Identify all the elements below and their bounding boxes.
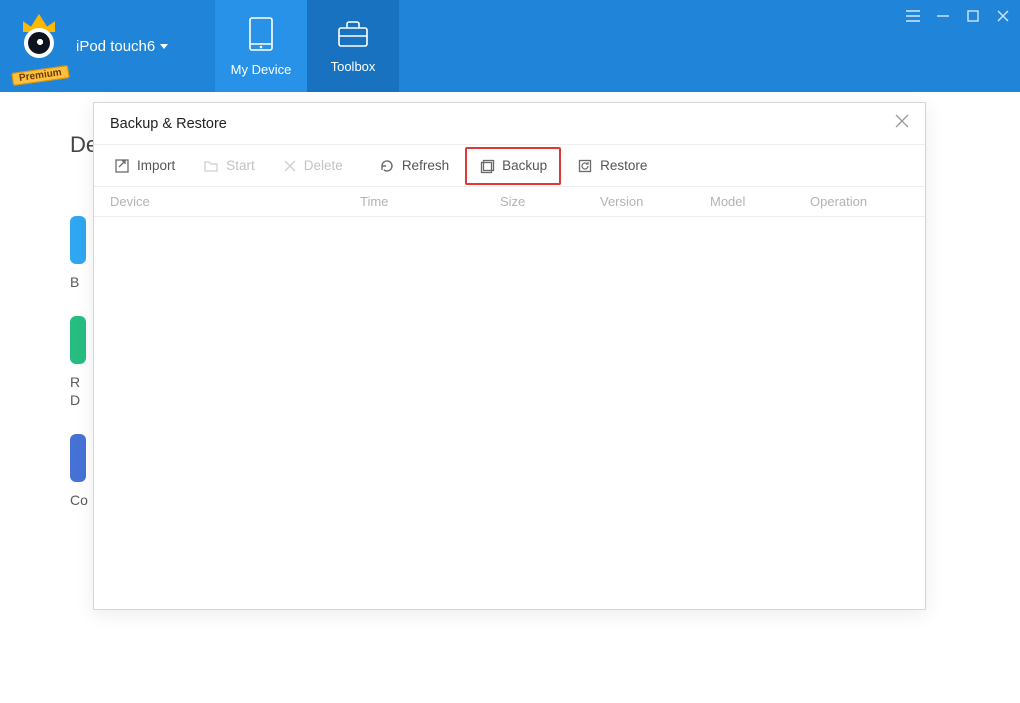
refresh-button[interactable]: Refresh: [367, 151, 461, 181]
window-controls: [902, 6, 1014, 26]
modal-toolbar: Import Start Delete Refresh: [94, 145, 925, 187]
device-selector-label: iPod touch6: [76, 38, 155, 55]
modal-close-button[interactable]: [895, 114, 909, 133]
nav-tabs: My Device Toolbox: [215, 0, 399, 92]
app-header: Premium iPod touch6 My Device Toolbox: [0, 0, 1020, 92]
modal-title: Backup & Restore: [110, 116, 227, 132]
start-button[interactable]: Start: [191, 151, 267, 181]
tab-label: Toolbox: [331, 59, 376, 74]
maximize-icon: [967, 10, 979, 22]
modal-titlebar: Backup & Restore: [94, 103, 925, 145]
button-label: Import: [137, 158, 175, 173]
bg-tile: [70, 434, 86, 482]
col-model: Model: [710, 194, 810, 209]
delete-button[interactable]: Delete: [271, 151, 355, 180]
col-version: Version: [600, 194, 710, 209]
menu-button[interactable]: [902, 6, 924, 26]
button-label: Restore: [600, 158, 647, 173]
restore-icon: [577, 158, 593, 174]
col-size: Size: [500, 194, 600, 209]
close-icon: [997, 10, 1009, 22]
tab-my-device[interactable]: My Device: [215, 0, 307, 92]
backup-button[interactable]: Backup: [465, 147, 561, 185]
col-operation: Operation: [810, 194, 925, 209]
hamburger-icon: [906, 10, 920, 22]
tab-label: My Device: [231, 62, 292, 77]
minimize-button[interactable]: [932, 6, 954, 26]
brand-block: Premium iPod touch6: [0, 0, 215, 92]
table-body-empty: [94, 217, 925, 609]
import-button[interactable]: Import: [102, 151, 187, 181]
backup-restore-modal: Backup & Restore Import Start Delete: [93, 102, 926, 610]
chevron-down-icon: [160, 44, 168, 49]
refresh-icon: [379, 158, 395, 174]
close-button[interactable]: [992, 6, 1014, 26]
button-label: Refresh: [402, 158, 449, 173]
close-icon: [895, 114, 909, 128]
tab-toolbox[interactable]: Toolbox: [307, 0, 399, 92]
minimize-icon: [937, 10, 949, 22]
tablet-icon: [246, 16, 276, 52]
table-header-row: Device Time Size Version Model Operation: [94, 187, 925, 217]
device-selector[interactable]: iPod touch6: [76, 38, 168, 55]
bg-tile: [70, 216, 86, 264]
backup-icon: [479, 158, 495, 174]
button-label: Start: [226, 158, 255, 173]
premium-badge: Premium: [11, 65, 69, 86]
eye-icon: [24, 28, 54, 58]
col-device: Device: [110, 194, 360, 209]
delete-icon: [283, 159, 297, 173]
button-label: Backup: [502, 158, 547, 173]
maximize-button[interactable]: [962, 6, 984, 26]
import-icon: [114, 158, 130, 174]
folder-icon: [203, 158, 219, 174]
col-time: Time: [360, 194, 500, 209]
app-logo: Premium: [14, 14, 64, 78]
restore-button[interactable]: Restore: [565, 151, 659, 181]
button-label: Delete: [304, 158, 343, 173]
bg-tile: [70, 316, 86, 364]
briefcase-icon: [336, 19, 370, 49]
